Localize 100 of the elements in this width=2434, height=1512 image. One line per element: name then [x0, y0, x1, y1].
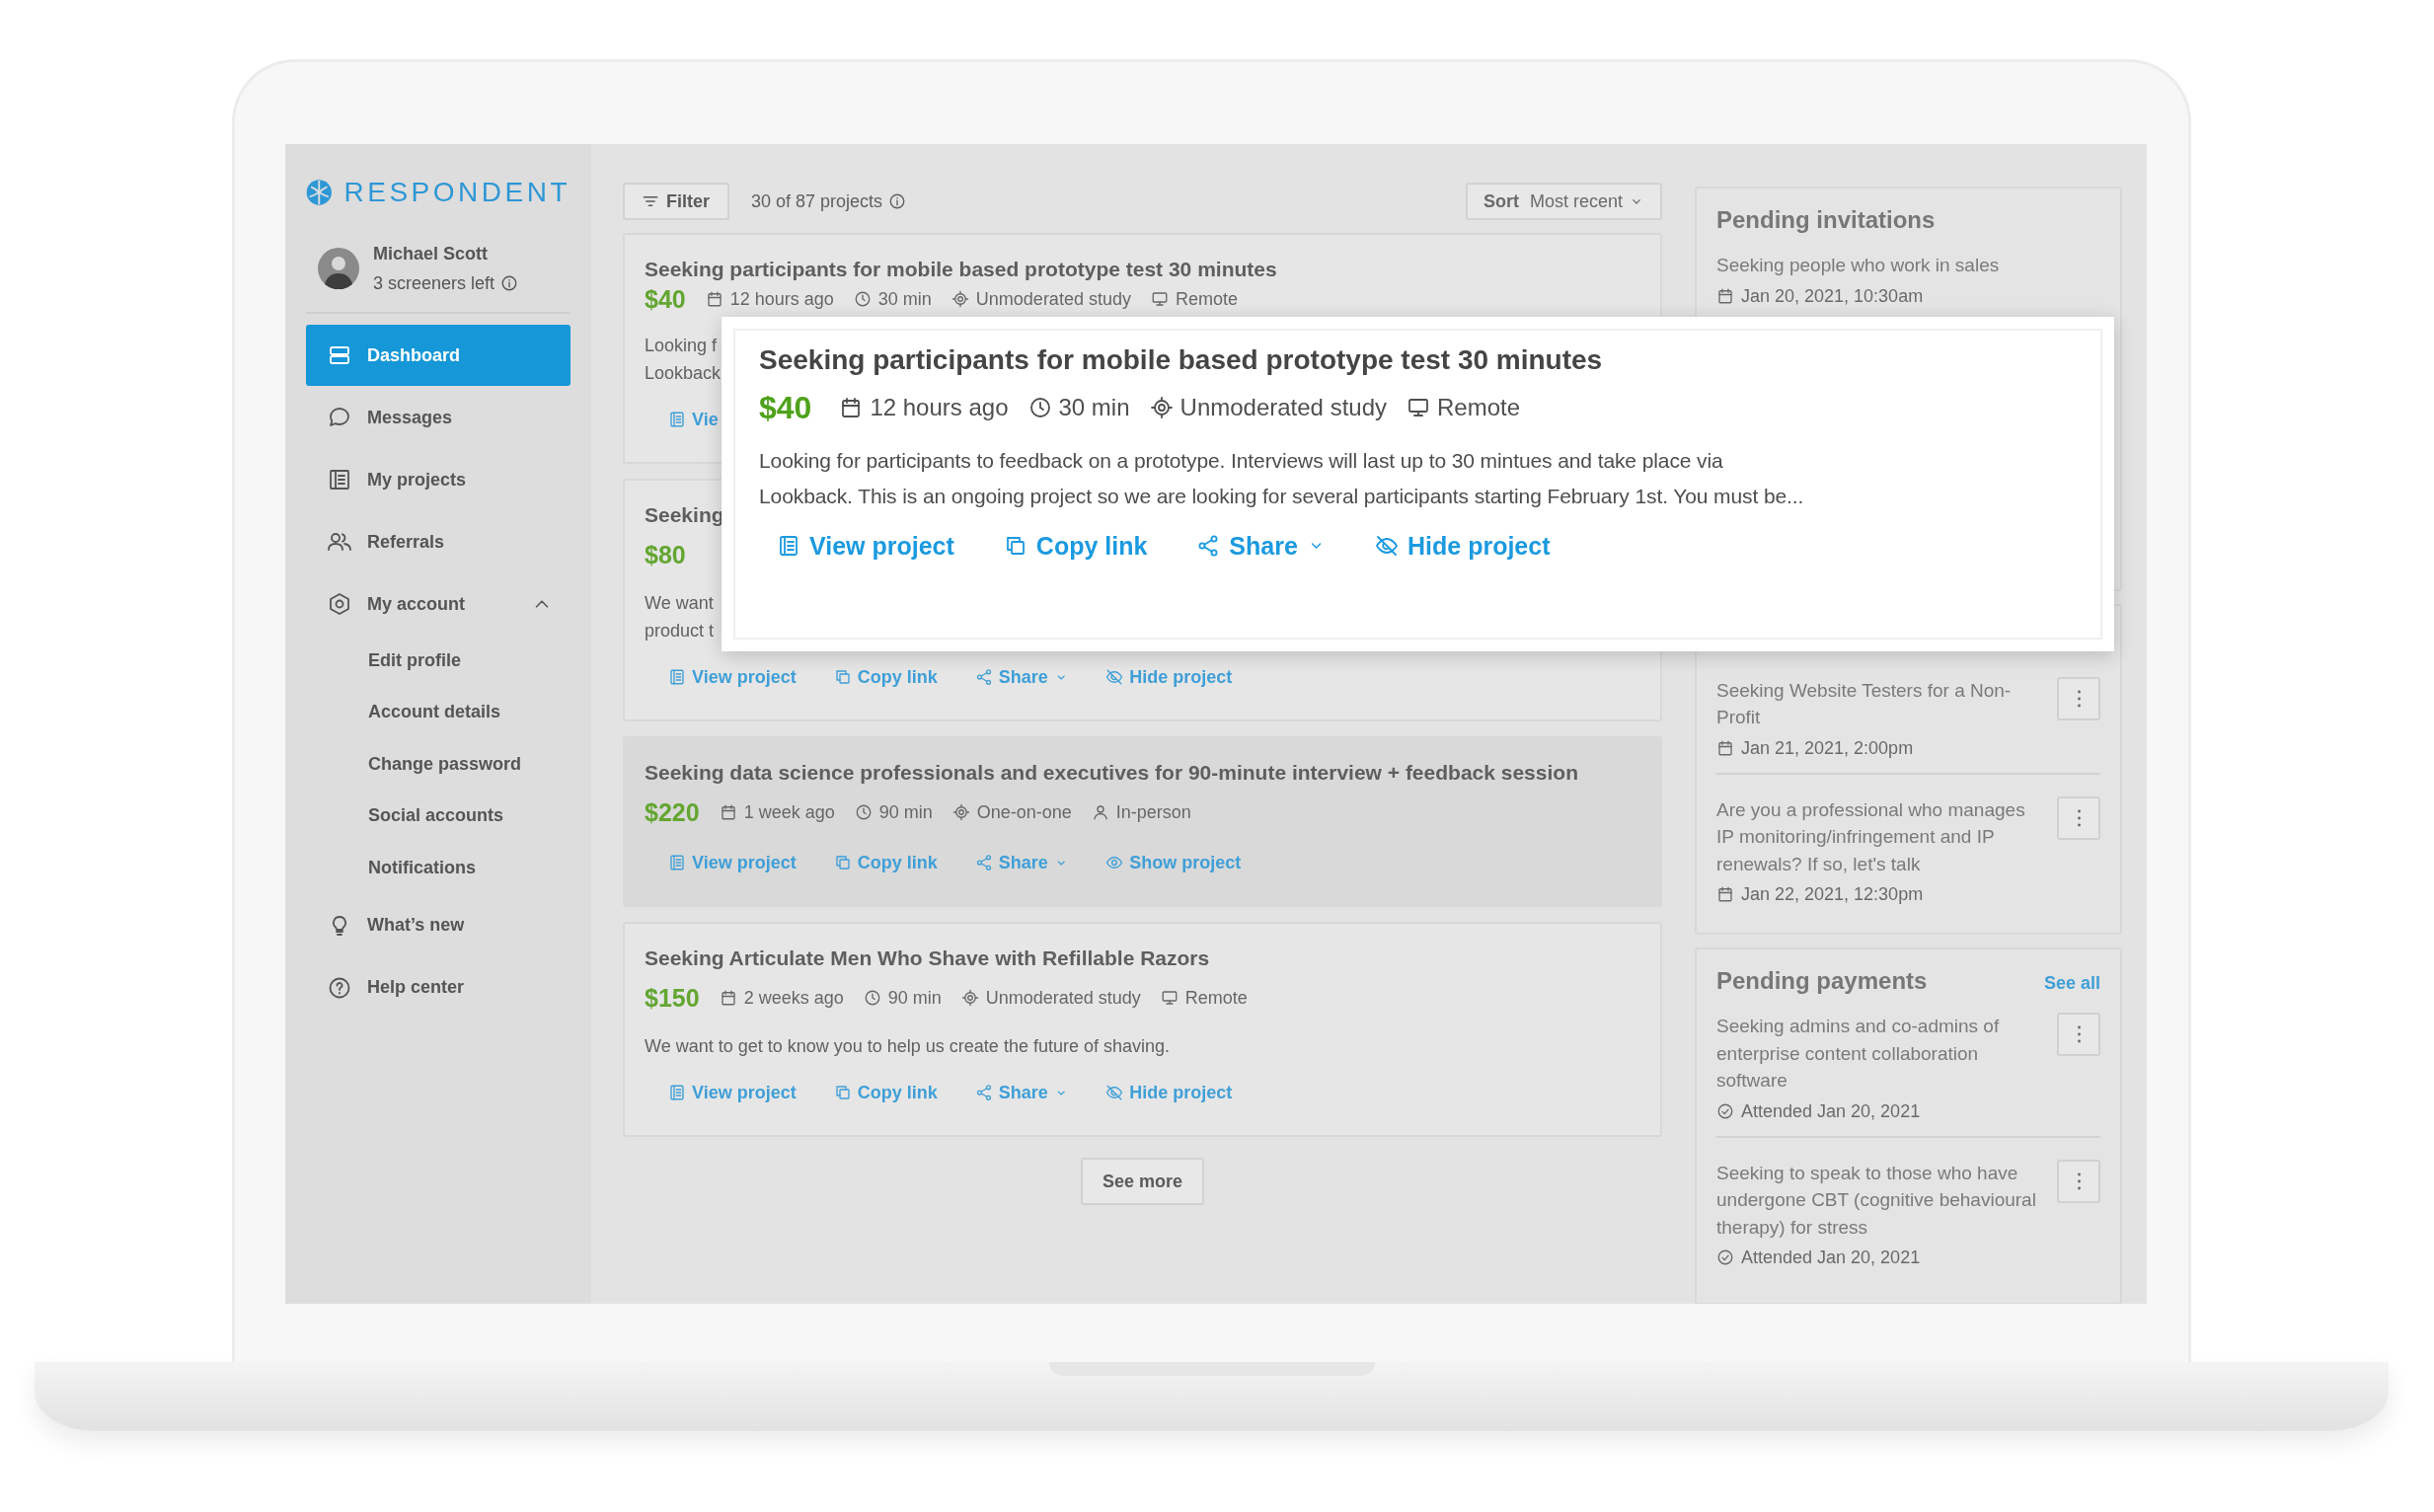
hide-link[interactable]: Hide project [1105, 1078, 1233, 1107]
person-icon [1091, 803, 1109, 821]
project-description: Looking f [645, 335, 718, 357]
more-button[interactable] [2057, 795, 2100, 840]
clock-icon [863, 989, 881, 1007]
nav-subitem[interactable]: Edit profile [306, 635, 570, 687]
target-icon [960, 989, 979, 1007]
meta-text: 1 week ago [743, 801, 835, 824]
item-date: Jan 22, 2021, 12:30pm [1741, 883, 1924, 906]
share-icon [974, 668, 993, 686]
brand-name: RESPONDENT [343, 177, 570, 208]
view-link[interactable]: View project [668, 1078, 797, 1107]
item-date: Jan 21, 2021, 2:00pm [1741, 736, 1914, 760]
project-description: Looking for participants to feedback on a prototype. Interviews will last up to 30 mintues and take place via [759, 448, 1723, 474]
hide-link[interactable]: Hide project [1375, 526, 1551, 566]
card-title: Pending invitations [1716, 206, 1936, 234]
price: $220 [645, 797, 700, 827]
copy-icon [833, 668, 852, 686]
view-link[interactable]: View project [668, 848, 797, 877]
item-title: Seeking to speak to those who have undergone CBT (cognitive behavioural therapy) for stress [1716, 1161, 2037, 1240]
item-title: Seeking Website Testers for a Non-Profit [1716, 678, 2013, 729]
clock-icon [853, 290, 872, 308]
nav-subitem[interactable]: Social accounts [306, 790, 570, 842]
meta-text: 12 hours ago [729, 288, 834, 311]
document-icon [777, 534, 800, 558]
share-link[interactable]: Share [974, 848, 1069, 877]
project-title: Seeking [645, 502, 724, 528]
more-button[interactable] [2057, 676, 2100, 720]
screeners-left: 3 screeners left [373, 272, 495, 295]
meta-text: Unmoderated study [985, 987, 1141, 1010]
eye-icon [1105, 854, 1124, 871]
project-description: We want [645, 592, 714, 615]
kebab-icon [2076, 688, 2082, 709]
nav-subitem[interactable]: Notifications [306, 842, 570, 894]
nav-item[interactable]: Referrals [306, 511, 570, 572]
kebab-icon [2076, 1024, 2082, 1044]
calendar-icon [705, 290, 723, 308]
calendar-icon [1716, 738, 1734, 757]
meta-text: Remote [1184, 987, 1248, 1010]
meta-text: 30 min [1058, 393, 1130, 422]
item-title: Seeking people who work in sales [1716, 254, 2001, 277]
see-all-link[interactable]: See all [2043, 973, 2100, 994]
calendar-icon [1716, 885, 1734, 903]
copy-link[interactable]: Copy link [833, 1078, 938, 1107]
nav-item[interactable]: My account [306, 573, 570, 635]
meta-text: Remote [1437, 393, 1521, 422]
meta-text: 90 min [887, 987, 942, 1010]
item-date: Jan 20, 2021, 10:30am [1741, 284, 1924, 308]
view-link[interactable]: Vie [668, 405, 719, 434]
hexagon-icon [328, 592, 351, 616]
price: $80 [645, 540, 686, 569]
nav-item[interactable]: My projects [306, 449, 570, 510]
item-title: Are you a professional who manages IP monitoring/infringement and IP renewals? If so, let's talk [1716, 797, 2026, 876]
copy-icon [833, 1084, 852, 1101]
share-icon [974, 1084, 993, 1101]
price: $40 [645, 286, 686, 312]
calendar-icon [1716, 286, 1734, 305]
nav-item[interactable]: Dashboard [306, 325, 570, 386]
hide-link[interactable]: Hide project [1105, 662, 1233, 692]
dashboard-icon [328, 343, 351, 367]
eye-off-icon [1105, 1084, 1124, 1101]
project-count: 30 of 87 projects [751, 190, 883, 212]
people-icon [328, 530, 351, 554]
project-description: product t [645, 620, 715, 643]
view-link[interactable]: View project [668, 662, 797, 692]
monitor-icon [1160, 989, 1179, 1007]
copy-link[interactable]: Copy link [833, 662, 938, 692]
info-icon [888, 192, 907, 210]
meta-text: Unmoderated study [1179, 393, 1387, 422]
nav-subitem[interactable]: Change password [306, 738, 570, 791]
copy-link[interactable]: Copy link [1003, 526, 1148, 566]
more-button[interactable] [2057, 1159, 2100, 1203]
filter-button[interactable]: Filter [623, 183, 729, 220]
share-link[interactable]: Share [974, 662, 1069, 692]
nav-subitem[interactable]: Account details [306, 686, 570, 738]
document-icon [668, 1084, 686, 1101]
share-icon [974, 854, 993, 871]
help-icon [328, 975, 351, 1000]
share-link[interactable]: Share [1196, 526, 1326, 566]
meta-text: 12 hours ago [870, 393, 1009, 422]
share-link[interactable]: Share [974, 1078, 1069, 1107]
nav-item[interactable]: Help center [306, 956, 570, 1019]
see-more-button[interactable]: See more [1080, 1158, 1204, 1205]
document-icon [668, 854, 686, 871]
target-icon [1149, 396, 1174, 419]
sort-dropdown[interactable]: Sort Most recent [1465, 183, 1662, 220]
project-title: Seeking Articulate Men Who Shave with Refillable Razors [645, 945, 1210, 971]
nav-item[interactable]: What’s new [306, 894, 570, 956]
book-icon [328, 468, 351, 491]
view-link[interactable]: View project [777, 526, 954, 566]
project-title: Seeking data science professionals and executives for 90-minute interview + feedback session [645, 760, 1578, 786]
meta-text: Remote [1175, 288, 1238, 311]
copy-link[interactable]: Copy link [833, 848, 938, 877]
eye-off-icon [1375, 534, 1399, 558]
nav-item[interactable]: Messages [306, 387, 570, 448]
project-description: Lookback [645, 362, 722, 385]
show-link[interactable]: Show project [1105, 848, 1242, 877]
check-circle-icon [1716, 1101, 1734, 1120]
project-description: We want to get to know you to help us create the future of shaving. [645, 1035, 1170, 1058]
more-button[interactable] [2057, 1013, 2100, 1056]
